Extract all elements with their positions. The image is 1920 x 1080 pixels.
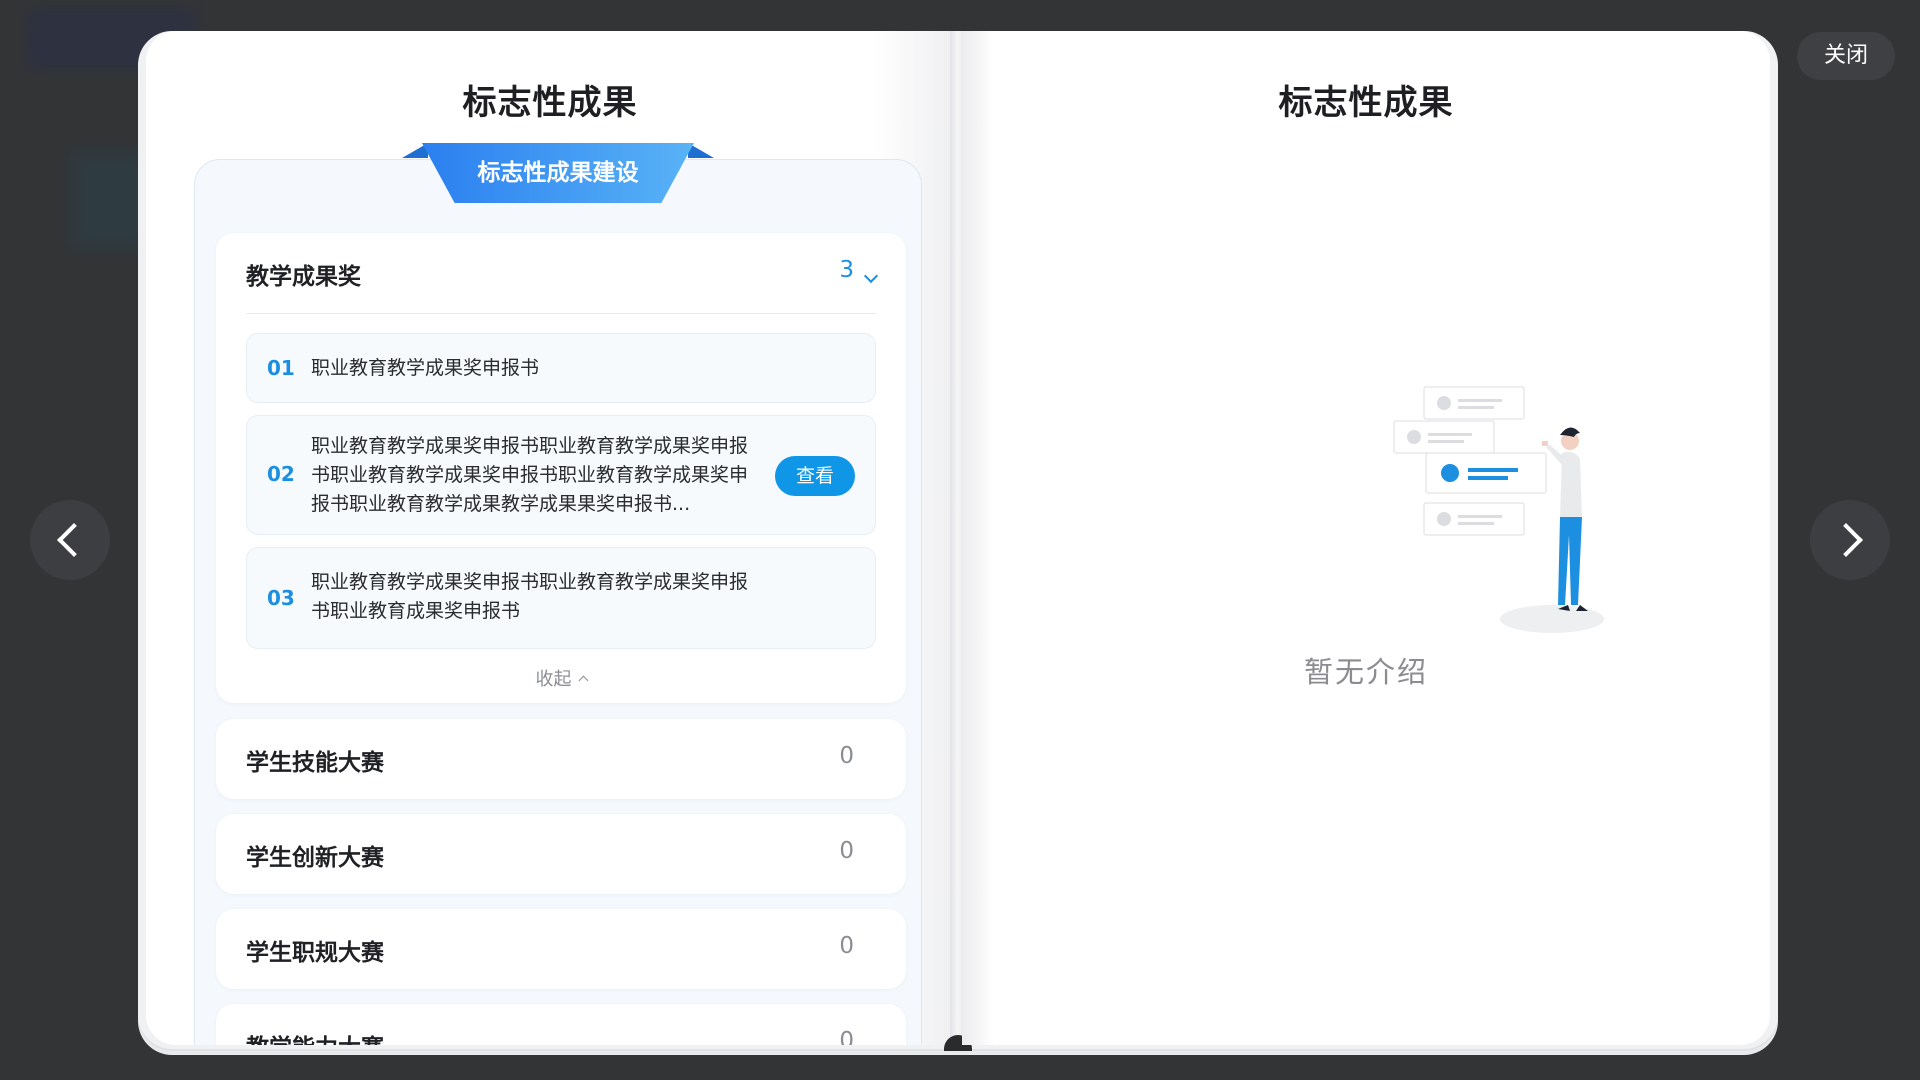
- close-button[interactable]: 关闭: [1797, 32, 1895, 80]
- list-item[interactable]: 02 职业教育教学成果奖申报书职业教育教学成果奖申报书职业教育教学成果奖申报书职…: [246, 415, 876, 535]
- chevron-right-icon: [1829, 523, 1863, 557]
- next-page-button[interactable]: [1810, 500, 1890, 580]
- category-count: 0: [839, 743, 854, 769]
- previous-page-button[interactable]: [30, 500, 110, 580]
- category-card-teaching-award: 教学成果奖 3 01 职业教育教学成果奖申报书 02 职业教育教学成果奖申报书职…: [216, 233, 906, 703]
- item-title: 职业教育教学成果奖申报书职业教育教学成果奖申报书职业教育成果奖申报书: [311, 571, 749, 622]
- list-item[interactable]: 01 职业教育教学成果奖申报书: [246, 333, 876, 403]
- left-page: 标志性成果 标志性成果建设 教学成果奖 3 01 职业教育教学成果奖申报书 02…: [146, 31, 954, 1045]
- chevron-left-icon: [57, 523, 91, 557]
- view-button[interactable]: 查看: [775, 456, 855, 496]
- category-count[interactable]: 3: [839, 257, 854, 283]
- list-item[interactable]: 03 职业教育教学成果奖申报书职业教育教学成果奖申报书职业教育成果奖申报书: [246, 547, 876, 649]
- item-title: 职业教育教学成果奖申报书职业教育教学成果奖申报书职业教育教学成果奖申报书职业教育…: [311, 435, 749, 515]
- banner-ribbon: 标志性成果建设: [402, 143, 714, 205]
- left-page-title: 标志性成果: [462, 83, 638, 123]
- category-card[interactable]: 学生创新大赛 0: [216, 814, 906, 894]
- right-page-title: 标志性成果: [1278, 83, 1454, 123]
- category-title: 学生技能大赛: [246, 750, 384, 776]
- empty-state-illustration: [1393, 386, 1604, 633]
- category-title[interactable]: 教学成果奖: [246, 257, 361, 291]
- collapse-button[interactable]: 收起: [216, 665, 906, 691]
- banner-title: 标志性成果建设: [422, 143, 694, 203]
- right-page: 标志性成果 暂无介绍: [962, 31, 1770, 1045]
- empty-state-text: 暂无介绍: [1303, 655, 1428, 689]
- collapse-label: 收起: [535, 669, 572, 690]
- category-count: 0: [839, 1028, 854, 1045]
- item-number: 03: [267, 586, 295, 610]
- category-count: 0: [839, 838, 854, 864]
- item-number: 02: [267, 462, 295, 486]
- category-card[interactable]: 教学能力大赛 0: [216, 1004, 906, 1045]
- category-title: 学生职规大赛: [246, 940, 384, 966]
- category-count: 0: [839, 933, 854, 959]
- chevron-up-icon: [578, 675, 588, 686]
- category-title: 教学能力大赛: [246, 1028, 384, 1045]
- book-viewer: 标志性成果 标志性成果建设 教学成果奖 3 01 职业教育教学成果奖申报书 02…: [138, 31, 1778, 1051]
- divider: [246, 313, 876, 314]
- item-title: 职业教育教学成果奖申报书: [311, 357, 540, 379]
- category-card[interactable]: 学生职规大赛 0: [216, 909, 906, 989]
- category-card[interactable]: 学生技能大赛 0: [216, 719, 906, 799]
- chevron-down-icon[interactable]: [863, 268, 879, 284]
- item-number: 01: [267, 356, 295, 380]
- category-title: 学生创新大赛: [246, 845, 384, 871]
